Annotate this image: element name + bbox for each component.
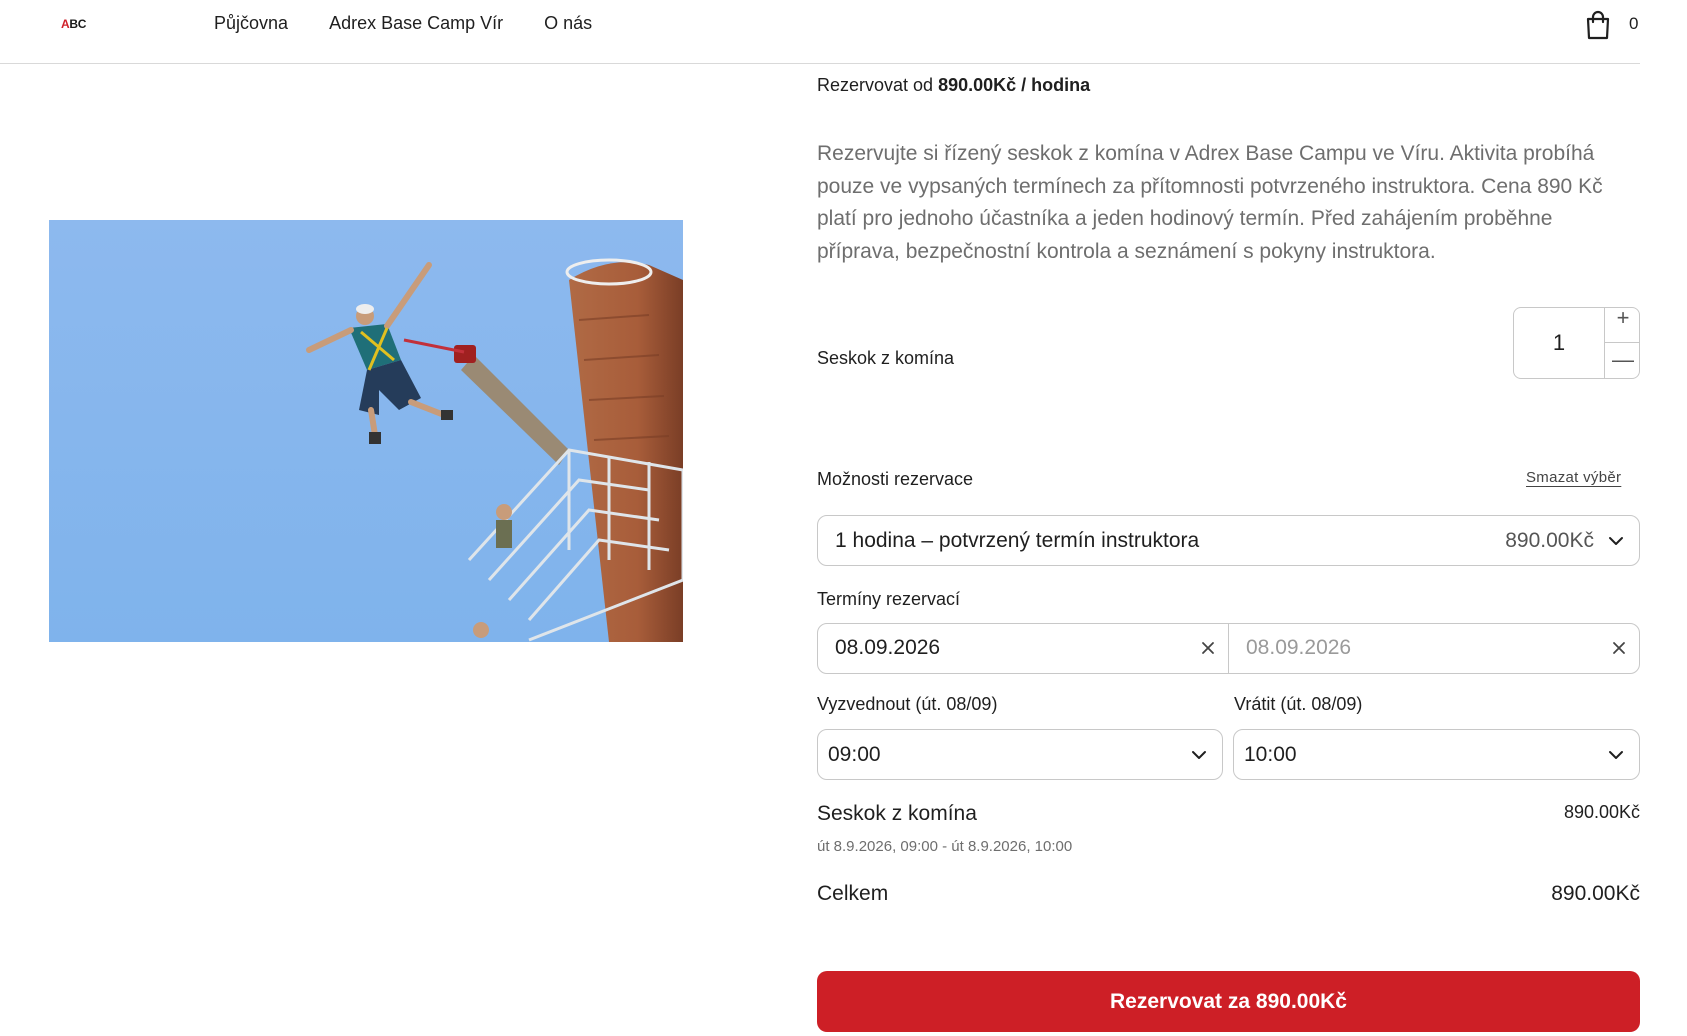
close-icon[interactable] (1198, 638, 1218, 658)
site-header: ABC Půjčovna Adrex Base Camp Vír O nás 0 (0, 0, 1640, 64)
booking-option-select[interactable]: 1 hodina – potvrzený termín instruktora … (817, 515, 1640, 566)
date-to-field[interactable]: 08.09.2026 (1229, 624, 1639, 673)
date-from-value: 08.09.2026 (835, 636, 941, 659)
quantity-stepper: 1 + — (1513, 307, 1640, 379)
close-icon[interactable] (1609, 638, 1629, 658)
nav-item-o-nas[interactable]: O nás (544, 13, 592, 34)
return-time-select[interactable]: 10:00 (1233, 729, 1640, 780)
price-from: Rezervovat od 890.00Kč / hodina (817, 75, 1090, 96)
return-label: Vrátit (út. 08/09) (1234, 694, 1363, 714)
logo[interactable]: ABC (61, 17, 86, 31)
price-value: 890.00Kč / hodina (938, 75, 1091, 95)
reserve-button[interactable]: Rezervovat za 890.00Kč (817, 971, 1640, 1032)
booking-option-value: 1 hodina – potvrzený termín instruktora (835, 529, 1200, 552)
quantity-input[interactable]: 1 (1514, 308, 1604, 378)
main-nav: Půjčovna Adrex Base Camp Vír O nás (214, 13, 592, 34)
date-range-picker: 08.09.2026 08.09.2026 (817, 623, 1640, 674)
nav-item-pujcovna[interactable]: Půjčovna (214, 13, 288, 34)
pickup-time-value: 09:00 (828, 743, 881, 766)
pickup-label: Vyzvednout (út. 08/09) (817, 694, 998, 714)
nav-item-base-camp[interactable]: Adrex Base Camp Vír (329, 13, 503, 34)
cart-count: 0 (1629, 14, 1639, 33)
date-to-value: 08.09.2026 (1246, 636, 1352, 659)
total-label: Celkem (817, 882, 889, 905)
summary-item-range: út 8.9.2026, 09:00 - út 8.9.2026, 10:00 (817, 838, 1073, 855)
summary-item-price: 890.00Kč (1563, 802, 1640, 822)
price-prefix: Rezervovat od (817, 75, 939, 95)
decrement-button[interactable]: — (1605, 342, 1639, 377)
logo-text: BC (69, 17, 87, 31)
booking-option-price: 890.00Kč (1505, 529, 1594, 552)
shopping-bag-icon[interactable] (1584, 10, 1612, 40)
jump-photo (49, 220, 683, 642)
quantity-label: Seskok z komína (817, 348, 955, 368)
product-description: Rezervujte si řízený seskok z komína v A… (817, 142, 1603, 263)
chevron-down-icon (1609, 537, 1623, 545)
booking-options-label: Možnosti rezervace (817, 469, 974, 489)
return-time-value: 10:00 (1244, 743, 1297, 766)
chevron-down-icon (1609, 751, 1623, 759)
pickup-time-select[interactable]: 09:00 (817, 729, 1223, 780)
increment-button[interactable]: + (1605, 308, 1639, 335)
chevron-down-icon (1192, 751, 1206, 759)
date-from-field[interactable]: 08.09.2026 (818, 624, 1229, 673)
booking-dates-label: Termíny rezervací (817, 589, 961, 609)
total-value: 890.00Kč (1551, 882, 1640, 905)
product-image (49, 220, 683, 642)
summary-item-title: Seskok z komína (817, 802, 977, 825)
clear-selection-link[interactable]: Smazat výběr (1526, 469, 1621, 486)
quantity-buttons: + — (1604, 308, 1639, 378)
